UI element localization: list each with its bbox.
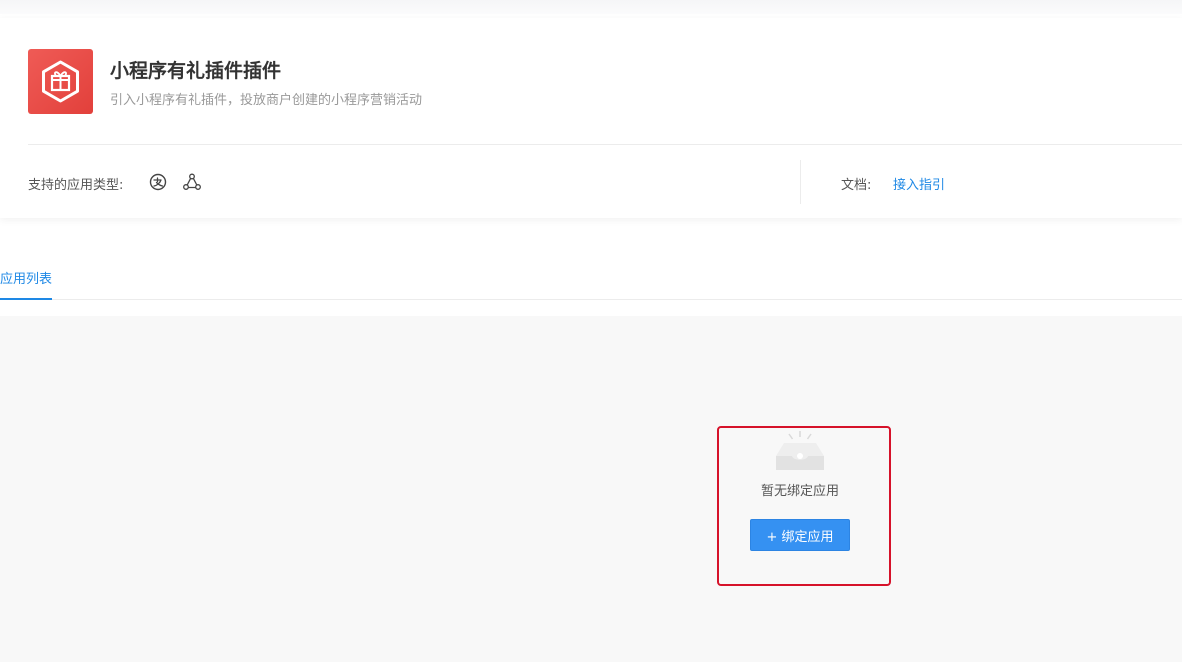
bind-app-button[interactable]: + 绑定应用 — [750, 519, 850, 551]
docs-label: 文档: — [841, 178, 872, 193]
card-divider — [28, 144, 1182, 145]
plugin-info-card: 小程序有礼插件插件 引入小程序有礼插件，投放商户创建的小程序营销活动 支持的应用… — [0, 18, 1182, 218]
vertical-divider — [800, 160, 801, 204]
plugin-logo — [28, 49, 93, 114]
alipay-miniapp-icon — [149, 173, 167, 191]
gift-box-icon — [42, 60, 79, 103]
tab-bar: 应用列表 — [0, 258, 1182, 300]
supported-app-types-label: 支持的应用类型: — [28, 178, 124, 193]
tab-app-list[interactable]: 应用列表 — [0, 268, 53, 300]
taobao-miniapp-icon — [183, 173, 201, 190]
top-strip — [0, 0, 1182, 14]
plugin-title: 小程序有礼插件插件 — [110, 60, 282, 82]
integration-guide-link[interactable]: 接入指引 — [893, 174, 945, 193]
empty-state-message: 暂无绑定应用 — [760, 484, 839, 499]
empty-inbox-icon — [776, 431, 824, 470]
app-list-panel — [0, 316, 1182, 662]
plugin-description: 引入小程序有礼插件，投放商户创建的小程序营销活动 — [110, 93, 423, 108]
